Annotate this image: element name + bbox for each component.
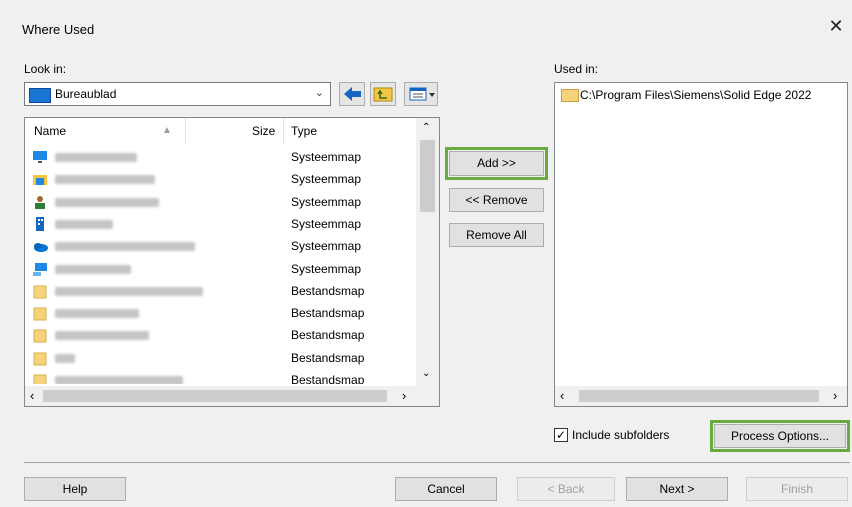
column-type[interactable]: Type [291,118,317,144]
item-type: Systeemmap [291,261,362,276]
scroll-thumb[interactable] [420,140,435,212]
redacted-name [55,376,183,384]
item-type: Bestandsmap [291,306,365,321]
look-in-label: Look in: [24,62,67,76]
view-menu-icon [409,87,435,101]
divider [24,462,850,463]
cancel-button[interactable]: Cancel [395,477,497,501]
scroll-left-icon[interactable]: ‹ [560,388,564,403]
redacted-name [55,153,137,162]
next-button[interactable]: Next > [626,477,728,501]
used-in-hscrollbar[interactable]: ‹ › [555,386,847,406]
back-button[interactable]: < Back [517,477,615,501]
column-size[interactable]: Size [252,118,275,144]
item-type: Systeemmap [291,194,362,209]
folder-icon [561,89,579,102]
up-folder-icon [373,87,393,102]
list-item[interactable]: Systeemmap [25,235,415,257]
redacted-name [55,197,159,207]
hscroll-thumb[interactable] [43,390,387,402]
scroll-down-icon[interactable]: ⌄ [422,368,430,379]
scroll-right-icon[interactable]: › [402,388,406,403]
include-subfolders-checkbox[interactable]: ✓ [554,428,568,442]
building-icon [32,216,48,232]
desktop-icon [29,88,51,103]
folder-icon [32,372,48,384]
list-item[interactable]: Bestandsmap [25,369,415,384]
finish-button[interactable]: Finish [746,477,848,501]
horizontal-scrollbar[interactable]: ‹ › [25,386,439,406]
look-in-dropdown[interactable]: Bureaublad ⌄ [24,82,331,106]
redacted-name [55,309,139,319]
include-subfolders-label[interactable]: Include subfolders [572,428,669,442]
item-type: Systeemmap [291,216,362,231]
folder-icon [32,283,48,299]
redacted-name [55,286,203,296]
redacted-name [55,353,75,363]
used-in-item[interactable]: C:\Program Files\Siemens\Solid Edge 2022 [580,88,842,102]
dialog-title: Where Used [22,22,95,37]
file-list[interactable]: Name ▲ Size Type Systeemmap Systeemmap Sys… [24,117,440,407]
list-item[interactable]: Systeemmap [25,191,415,213]
redacted-name [55,219,113,229]
item-type: Systeemmap [291,172,362,187]
list-item[interactable]: Bestandsmap [25,324,415,346]
list-item[interactable]: Systeemmap [25,213,415,235]
scroll-right-icon[interactable]: › [833,388,837,403]
remove-button[interactable]: << Remove [449,188,544,212]
item-type: Systeemmap [291,150,362,164]
list-item[interactable]: Bestandsmap [25,302,415,324]
back-arrow-button[interactable] [339,82,365,106]
chevron-down-icon[interactable]: ⌄ [315,86,324,99]
sort-up-icon: ▲ [162,125,172,136]
column-name[interactable]: Name [34,118,66,144]
person-icon [32,194,48,210]
back-arrow-icon [344,87,361,101]
list-item[interactable]: Systeemmap [25,146,415,168]
look-in-value: Bureaublad [55,87,117,101]
item-type: Bestandsmap [291,350,365,365]
folder-icon [32,350,48,366]
item-type: Systeemmap [291,239,362,254]
used-in-label: Used in: [554,62,599,76]
hscroll-thumb[interactable] [579,390,819,402]
redacted-name [55,331,149,341]
scroll-left-icon[interactable]: ‹ [30,388,34,403]
network-icon [32,261,48,277]
folder-icon [32,327,48,343]
close-icon[interactable]: ✕ [825,15,847,37]
add-button[interactable]: Add >> [445,147,548,180]
item-type: Bestandsmap [291,328,365,343]
used-in-list[interactable]: C:\Program Files\Siemens\Solid Edge 2022… [554,82,848,407]
monitor-icon [32,149,48,165]
onedrive-icon [32,238,48,254]
scroll-up-icon[interactable]: ⌃ [422,122,430,133]
view-menu-button[interactable] [404,82,438,106]
vertical-scrollbar[interactable]: ⌃ ⌄ [416,118,439,386]
item-type: Bestandsmap [291,373,365,384]
redacted-name [55,242,195,252]
process-options-button[interactable]: Process Options... [710,420,850,452]
help-button[interactable]: Help [24,477,126,501]
redacted-name [55,175,155,185]
up-folder-button[interactable] [370,82,396,106]
list-item[interactable]: Systeemmap [25,258,415,280]
item-type: Bestandsmap [291,283,365,298]
redacted-name [55,264,131,274]
remove-all-button[interactable]: Remove All [449,223,544,247]
list-item[interactable]: Bestandsmap [25,347,415,369]
user-folder-icon [32,171,48,187]
list-item[interactable]: Bestandsmap [25,280,415,302]
folder-icon [32,305,48,321]
list-item[interactable]: Systeemmap [25,168,415,190]
